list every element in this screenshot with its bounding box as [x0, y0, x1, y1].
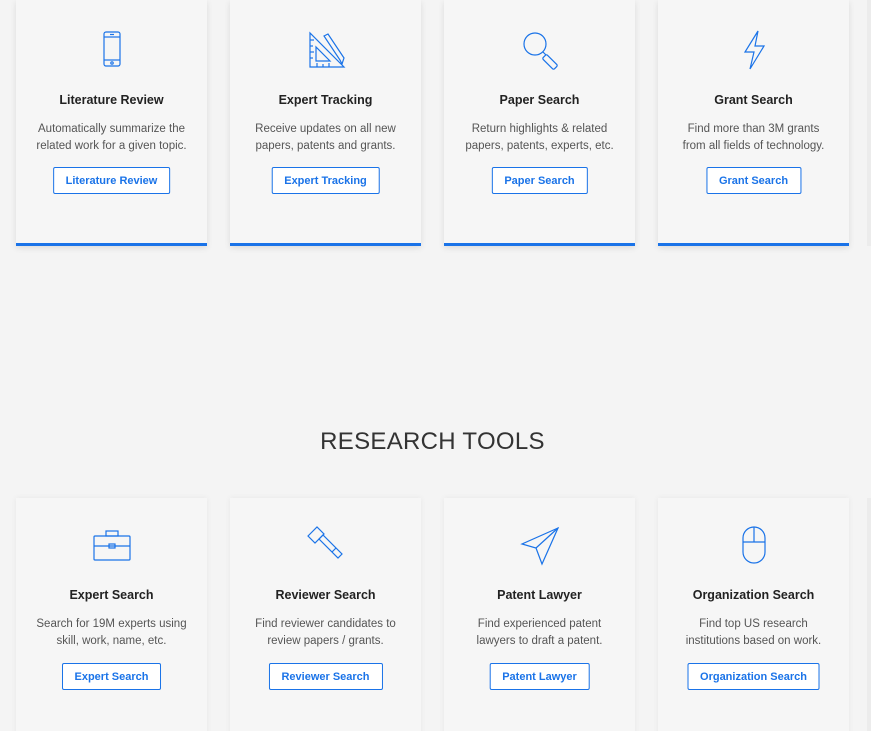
expert-search-card: Expert Search Search for 19M experts usi…	[16, 498, 207, 731]
card-title: Paper Search	[499, 93, 580, 107]
reviewer-search-card: Reviewer Search Find reviewer candidates…	[230, 498, 421, 731]
card-description-line: papers, patents, experts, etc.	[465, 140, 614, 152]
organization-search-card: Organization Search Find top US research…	[658, 498, 849, 731]
card-description: Find experienced patent lawyers to draft…	[454, 616, 625, 650]
card-description-line: Search for 19M experts using	[36, 618, 187, 630]
card-title: Organization Search	[692, 588, 815, 602]
card-title: Expert Search	[69, 588, 154, 602]
smartphone-icon	[16, 28, 207, 72]
research-tools-page: Literature Review Automatically summariz…	[0, 0, 871, 731]
lightning-icon	[658, 28, 849, 72]
card-title: Patent Lawyer	[497, 588, 582, 602]
organization-search-button[interactable]: Organization Search	[687, 663, 820, 690]
ruler-pencil-icon	[230, 28, 421, 72]
card-description: Return highlights & related papers, pate…	[454, 121, 625, 155]
page-edge-divider	[867, 498, 871, 731]
card-description: Search for 19M experts using skill, work…	[26, 616, 197, 650]
card-description-line: Receive updates on all new	[255, 123, 396, 135]
briefcase-icon	[16, 524, 207, 568]
paper-plane-icon	[444, 524, 635, 568]
card-title: Reviewer Search	[275, 588, 376, 602]
card-description-line: Find top US research	[699, 618, 808, 630]
grant-search-card: Grant Search Find more than 3M grants fr…	[658, 0, 849, 246]
page-edge-divider	[867, 0, 871, 246]
card-description: Automatically summarize the related work…	[26, 121, 197, 155]
literature-review-button[interactable]: Literature Review	[52, 167, 171, 194]
card-description-line: Find experienced patent	[477, 618, 602, 630]
paper-search-button[interactable]: Paper Search	[491, 167, 588, 194]
card-description: Receive updates on all new papers, paten…	[240, 121, 411, 155]
card-description-line: papers, patents and grants.	[255, 140, 396, 152]
card-description-line: Automatically summarize the	[38, 123, 185, 135]
card-description: Find reviewer candidates to review paper…	[240, 616, 411, 650]
card-description: Find more than 3M grants from all fields…	[668, 121, 839, 155]
card-description-line: review papers / grants.	[267, 635, 384, 647]
card-description: Find top US research institutions based …	[668, 616, 839, 650]
card-description-line: from all fields of technology.	[682, 140, 825, 152]
card-title: Literature Review	[59, 93, 164, 107]
mouse-icon	[658, 524, 849, 568]
card-title: Grant Search	[714, 93, 793, 107]
hammer-icon	[230, 524, 421, 568]
literature-review-card: Literature Review Automatically summariz…	[16, 0, 207, 246]
patent-lawyer-card: Patent Lawyer Find experienced patent la…	[444, 498, 635, 731]
patent-lawyer-button[interactable]: Patent Lawyer	[489, 663, 590, 690]
section-title: RESEARCH TOOLS	[320, 428, 545, 455]
expert-tracking-button[interactable]: Expert Tracking	[271, 167, 380, 194]
card-description-line: lawyers to draft a patent.	[476, 635, 603, 647]
card-description-line: Return highlights & related	[471, 123, 608, 135]
card-description-line: Find more than 3M grants	[687, 123, 820, 135]
paper-search-card: Paper Search Return highlights & related…	[444, 0, 635, 246]
expert-tracking-card: Expert Tracking Receive updates on all n…	[230, 0, 421, 246]
card-description-line: institutions based on work.	[685, 635, 822, 647]
card-description-line: related work for a given topic.	[36, 140, 187, 152]
card-description-line: skill, work, name, etc.	[56, 635, 167, 647]
reviewer-search-button[interactable]: Reviewer Search	[268, 663, 383, 690]
grant-search-button[interactable]: Grant Search	[705, 167, 802, 194]
card-description-line: Find reviewer candidates to	[255, 618, 396, 630]
magnifier-icon	[444, 28, 635, 72]
expert-search-button[interactable]: Expert Search	[61, 663, 162, 690]
card-title: Expert Tracking	[278, 93, 373, 107]
